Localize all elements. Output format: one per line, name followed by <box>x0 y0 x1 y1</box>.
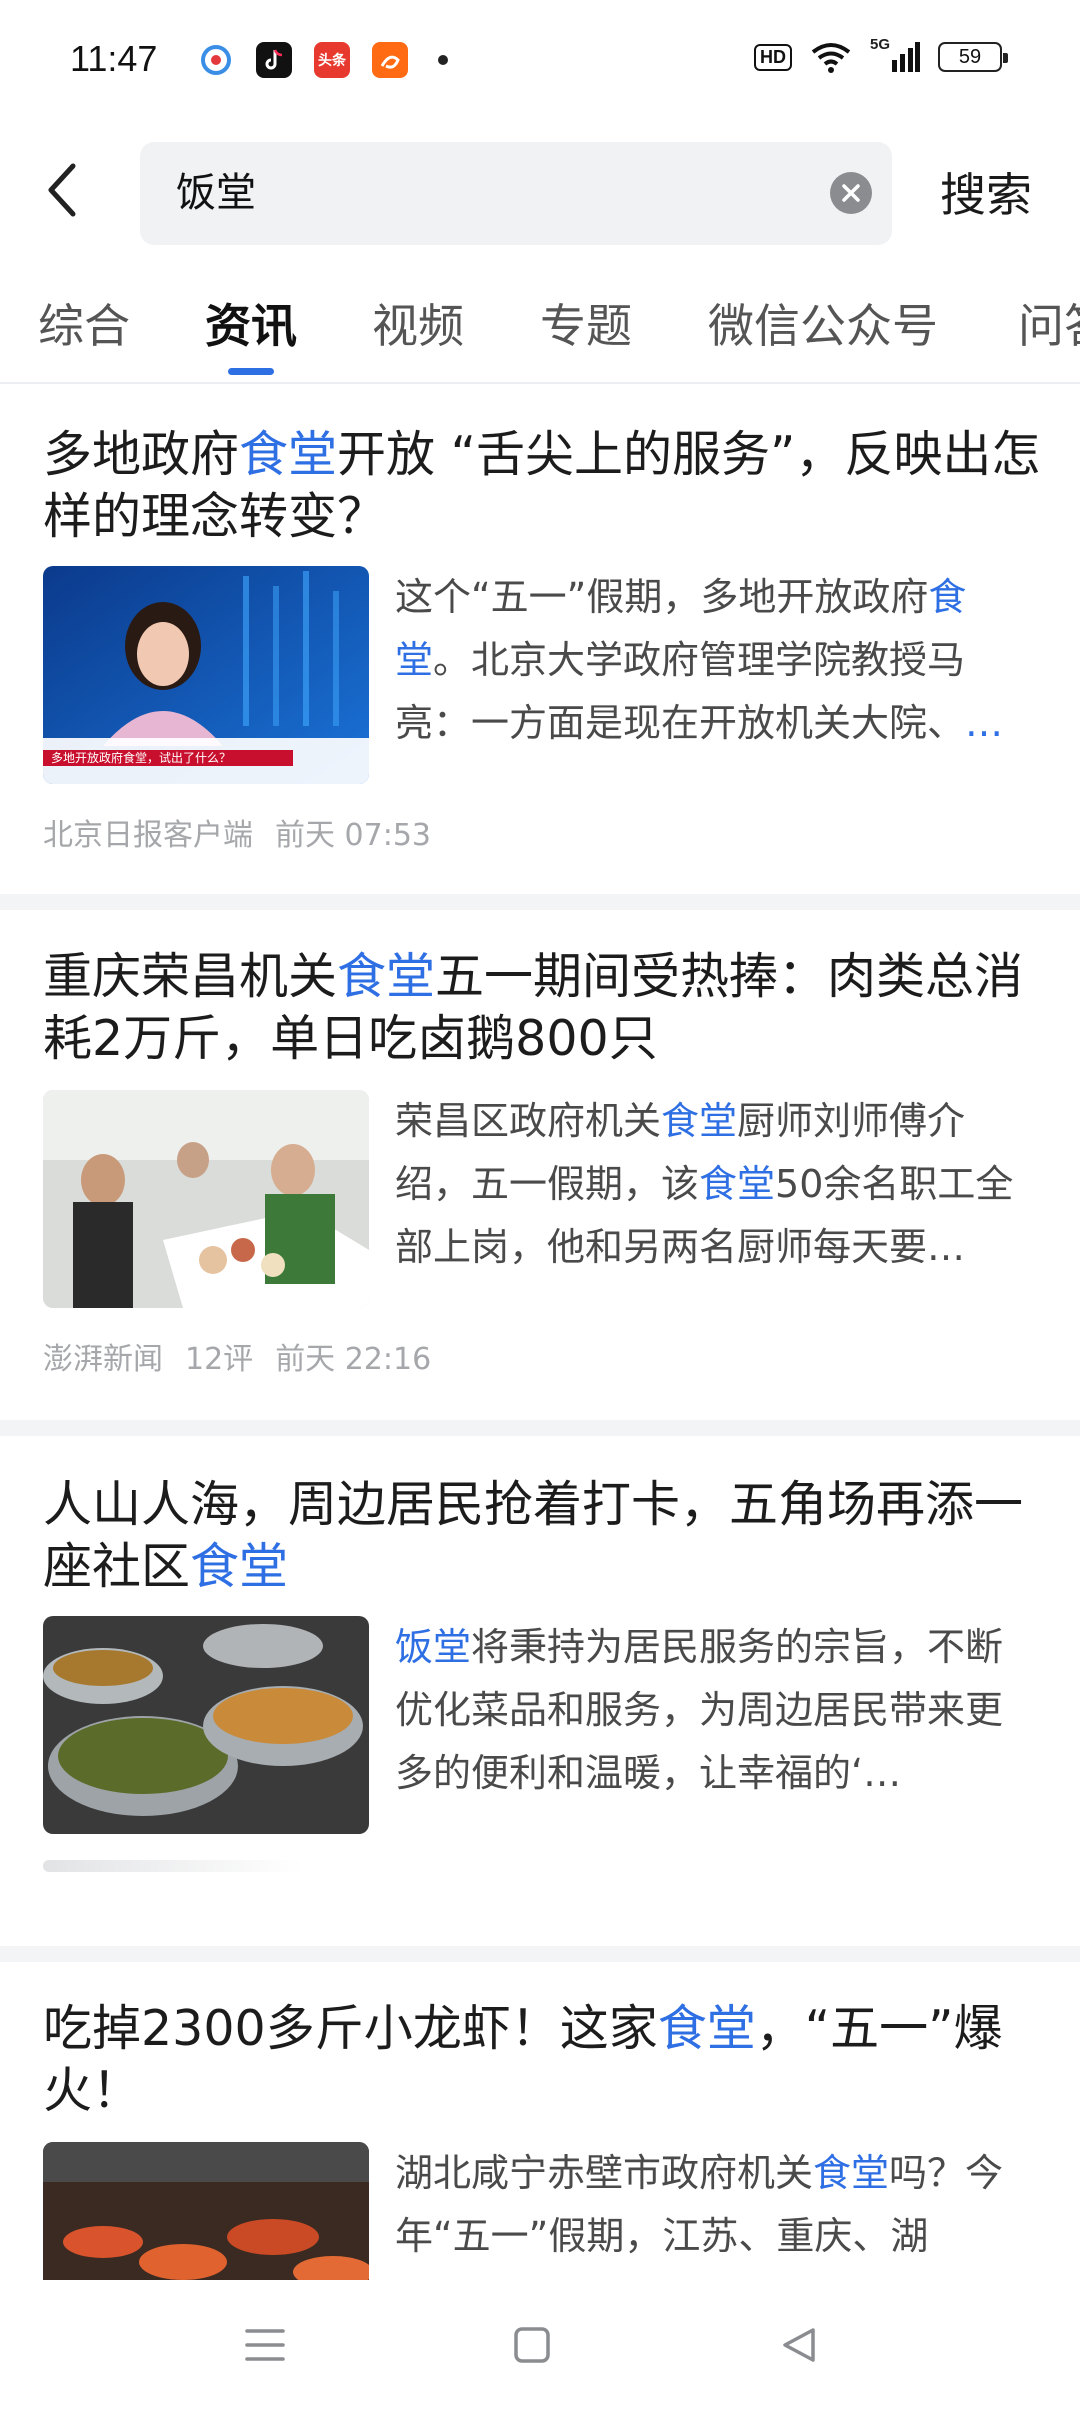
status-indicators: HD 5G 59 <box>754 36 1008 74</box>
tab-wechat-accounts[interactable]: 微信公众号 <box>708 290 938 356</box>
item-separator <box>0 1946 1080 1962</box>
news-meta-loading <box>43 1860 303 1872</box>
title-text: 重庆荣昌机关 <box>43 948 338 1005</box>
news-time: 前天 22:16 <box>275 1342 432 1377</box>
news-snippet: 湖北咸宁赤壁市政府机关食堂吗？今年“五一”假期，江苏、重庆、湖 <box>395 2142 1035 2268</box>
news-item[interactable]: 多地政府食堂开放 “舌尖上的服务”，反映出怎样的理念转变？ 多地开放政府食堂，试… <box>0 384 1080 894</box>
news-title[interactable]: 多地政府食堂开放 “舌尖上的服务”，反映出怎样的理念转变？ <box>43 424 1043 548</box>
snippet-highlight: 食堂 <box>661 1099 738 1143</box>
news-title[interactable]: 重庆荣昌机关食堂五一期间受热捧：肉类总消耗2万斤，单日吃卤鹅800只 <box>43 946 1043 1070</box>
news-thumbnail[interactable] <box>43 1616 369 1834</box>
hd-badge: HD <box>754 43 792 71</box>
status-time: 11:47 <box>70 38 158 79</box>
search-header: 饭堂 搜索 <box>0 125 1080 265</box>
notification-app-icons: 头条 <box>198 42 448 78</box>
battery-indicator: 59 <box>938 42 1008 72</box>
triangle-back-icon <box>783 2328 815 2362</box>
snippet-text: 这个“五一”假期，多地开放政府 <box>395 575 929 619</box>
search-submit-button[interactable]: 搜索 <box>940 155 1032 235</box>
system-navigation-bar <box>0 2280 1080 2412</box>
news-snippet: 这个“五一”假期，多地开放政府食堂。北京大学政府管理学院教授马亮：一方面是现在开… <box>395 566 1035 755</box>
status-bar: 11:47 头条 HD 5G 59 <box>0 0 1080 125</box>
snippet-highlight: 饭堂 <box>395 1625 472 1669</box>
home-nav-button[interactable] <box>497 2310 567 2380</box>
title-highlight: 食堂 <box>190 1538 289 1595</box>
snippet-ellipsis: … <box>965 701 1004 745</box>
news-thumbnail[interactable] <box>43 1090 369 1308</box>
item-separator <box>0 894 1080 910</box>
title-highlight: 食堂 <box>337 948 436 1005</box>
title-highlight: 食堂 <box>239 426 338 483</box>
tab-news[interactable]: 资讯 <box>205 290 297 356</box>
news-snippet: 荣昌区政府机关食堂厨师刘师傅介绍，五一假期，该食堂50余名职工全部上岗，他和另两… <box>395 1090 1035 1279</box>
title-highlight: 食堂 <box>657 2000 756 2057</box>
title-text: 吃掉2300多斤小龙虾！这家 <box>43 2000 658 2057</box>
snippet-text: 荣昌区政府机关 <box>395 1099 662 1143</box>
back-nav-button[interactable] <box>764 2310 834 2380</box>
snippet-highlight: 食堂 <box>699 1162 776 1206</box>
search-box[interactable]: 饭堂 <box>140 142 892 245</box>
square-home-icon <box>514 2327 550 2363</box>
news-snippet: 饭堂将秉持为居民服务的宗旨，不断优化菜品和服务，为周边居民带来更多的便利和温暖，… <box>395 1616 1035 1805</box>
cellular-signal-icon: 5G <box>870 36 920 74</box>
news-title[interactable]: 人山人海，周边居民抢着打卡，五角场再添一座社区食堂 <box>43 1474 1043 1598</box>
news-meta: 澎湃新闻 12评 前天 22:16 <box>43 1334 453 1378</box>
tab-qa[interactable]: 问答 <box>1018 290 1080 356</box>
news-source: 北京日报客户端 <box>43 818 253 853</box>
meta-placeholder <box>43 1860 303 1872</box>
screen: 11:47 头条 HD 5G 59 饭堂 搜索 综合 资讯 视频 专题 微信公众… <box>0 0 1080 2412</box>
title-text: 多地政府 <box>43 426 240 483</box>
news-thumbnail[interactable]: 多地开放政府食堂，试出了什么？ <box>43 566 369 784</box>
wifi-icon <box>811 43 851 73</box>
news-item[interactable]: 吃掉2300多斤小龙虾！这家食堂，“五一”爆火！ 湖北咸宁赤壁市政府机关食堂吗？… <box>0 1962 1080 2280</box>
news-time: 前天 07:53 <box>275 818 431 853</box>
category-tabs: 综合 资讯 视频 专题 微信公众号 问答 <box>0 280 1080 382</box>
snippet-text: 将秉持为居民服务的宗旨，不断优化菜品和服务，为周边居民带来更多的便利和温暖，让幸… <box>395 1625 1004 1795</box>
close-icon <box>842 184 860 202</box>
news-title[interactable]: 吃掉2300多斤小龙虾！这家食堂，“五一”爆火！ <box>43 1998 1043 2122</box>
menu-icon <box>245 2329 285 2361</box>
back-button[interactable] <box>28 155 98 225</box>
news-item[interactable]: 人山人海，周边居民抢着打卡，五角场再添一座社区食堂 饭堂将秉持为居民服务的宗旨，… <box>0 1436 1080 1946</box>
news-item[interactable]: 重庆荣昌机关食堂五一期间受热捧：肉类总消耗2万斤，单日吃卤鹅800只 荣昌区政府… <box>0 910 1080 1420</box>
item-separator <box>0 1420 1080 1436</box>
snippet-text: 。北京大学政府管理学院教授马亮：一方面是现在开放机关大院、 <box>395 638 966 745</box>
tab-topics[interactable]: 专题 <box>540 290 632 356</box>
more-notifications-dot <box>438 55 448 65</box>
tab-video[interactable]: 视频 <box>372 290 464 356</box>
search-input[interactable]: 饭堂 <box>176 142 256 245</box>
snippet-highlight: 食堂 <box>813 2151 890 2195</box>
news-source: 澎湃新闻 <box>43 1342 163 1377</box>
taobao-icon <box>372 42 408 78</box>
weibo-icon <box>198 42 234 78</box>
menu-nav-button[interactable] <box>230 2310 300 2380</box>
toutiao-icon: 头条 <box>314 42 350 78</box>
chevron-left-icon <box>48 163 76 217</box>
news-comments: 12评 <box>185 1342 254 1377</box>
tab-comprehensive[interactable]: 综合 <box>38 290 130 356</box>
active-tab-indicator <box>228 368 274 375</box>
news-thumbnail[interactable] <box>43 2142 369 2280</box>
douyin-icon <box>256 42 292 78</box>
thumbnail-caption: 多地开放政府食堂，试出了什么？ <box>51 750 231 765</box>
news-meta: 北京日报客户端 前天 07:53 <box>43 810 453 854</box>
snippet-text: 湖北咸宁赤壁市政府机关 <box>395 2151 814 2195</box>
clear-search-button[interactable] <box>830 172 872 214</box>
